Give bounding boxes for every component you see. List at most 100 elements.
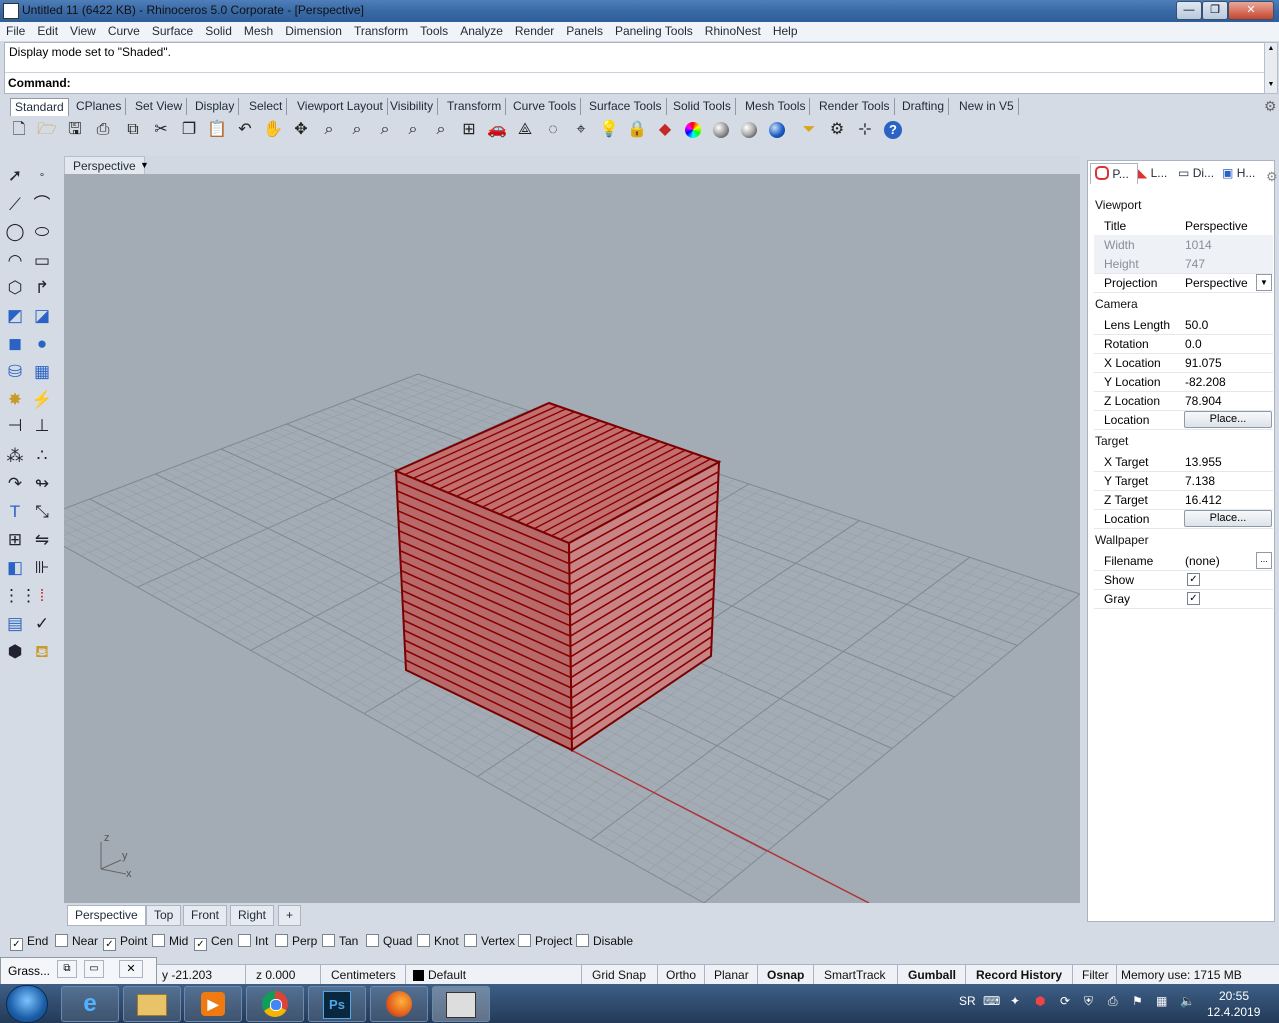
- osnap-perp-checkbox[interactable]: [275, 934, 288, 947]
- firefox-icon[interactable]: [370, 986, 428, 1022]
- osnap-int-checkbox[interactable]: [238, 934, 251, 947]
- red-cube[interactable]: [393, 401, 722, 752]
- chamfer-icon[interactable]: ↬: [30, 472, 54, 496]
- polyline-icon[interactable]: ⟋: [3, 193, 27, 217]
- panel-settings-gear-icon[interactable]: ⚙: [1266, 169, 1278, 185]
- tab-viewport-layout[interactable]: Viewport Layout: [293, 98, 388, 115]
- add-viewport-tab-button[interactable]: +: [278, 905, 302, 926]
- osnap-disable-checkbox[interactable]: [576, 934, 589, 947]
- tab-drafting[interactable]: Drafting: [898, 98, 950, 115]
- help-icon[interactable]: ?: [882, 119, 904, 141]
- light-icon[interactable]: 💡: [598, 119, 620, 141]
- projection-chevron-down-icon[interactable]: ▼: [1256, 274, 1272, 291]
- print-icon[interactable]: ⎙: [92, 119, 114, 141]
- osnap-tan-checkbox[interactable]: [322, 934, 335, 947]
- measure-icon[interactable]: ⊪: [30, 556, 54, 580]
- status-layer[interactable]: Default: [428, 968, 466, 982]
- mirror-icon[interactable]: ⇋: [30, 528, 54, 552]
- tab-display[interactable]: Display: [191, 98, 240, 115]
- tab-display[interactable]: ▭ Di...: [1174, 163, 1220, 183]
- check-icon[interactable]: ✓: [30, 612, 54, 636]
- scroll-up-icon[interactable]: ▲: [1265, 43, 1277, 55]
- photoshop-icon[interactable]: Ps: [308, 986, 366, 1022]
- tab-properties[interactable]: P...: [1090, 163, 1138, 184]
- ortho-toggle[interactable]: Ortho: [666, 968, 696, 982]
- osnap-vertex[interactable]: Vertex: [464, 934, 515, 948]
- tab-front[interactable]: Front: [183, 905, 228, 926]
- menu-curve[interactable]: Curve: [102, 22, 146, 38]
- filter-icon[interactable]: ⏷: [798, 119, 820, 141]
- properties-icon[interactable]: ⬢: [3, 640, 27, 664]
- osnap-disable[interactable]: Disable: [576, 934, 633, 948]
- lock-icon[interactable]: 🔒: [626, 119, 648, 141]
- open-icon[interactable]: 🗁: [36, 119, 58, 141]
- viewport-title[interactable]: Perspective: [64, 156, 145, 176]
- select-arrow-icon[interactable]: ➚: [3, 164, 27, 188]
- prop-y-target[interactable]: Y Target 7.138: [1094, 471, 1273, 491]
- osnap-mid-checkbox[interactable]: [152, 934, 165, 947]
- filter-toggle[interactable]: Filter: [1082, 968, 1109, 982]
- viewport-layout-icon[interactable]: ⊞: [458, 119, 480, 141]
- close-button[interactable]: ✕: [1228, 1, 1274, 20]
- language-indicator[interactable]: SR: [959, 994, 976, 1008]
- gear-icon[interactable]: ⚙: [826, 119, 848, 141]
- tab-right[interactable]: Right: [230, 905, 275, 926]
- material-icon[interactable]: ◆: [654, 119, 676, 141]
- menu-solid[interactable]: Solid: [199, 22, 238, 38]
- gumball-icon[interactable]: ⊹: [854, 119, 876, 141]
- mesh-icon[interactable]: ▦: [30, 360, 54, 384]
- tab-surface-tools[interactable]: Surface Tools: [585, 98, 667, 115]
- tab-cplanes[interactable]: CPlanes: [72, 98, 127, 115]
- show-checkbox[interactable]: ✓: [1187, 573, 1200, 586]
- analyze-icon[interactable]: ⚡: [30, 388, 54, 412]
- osnap-point[interactable]: ✓ Point: [103, 934, 147, 951]
- prop-x-target[interactable]: X Target 13.955: [1094, 452, 1273, 472]
- grid-array-icon[interactable]: ⋮⋮: [3, 584, 37, 608]
- menu-file[interactable]: File: [0, 22, 31, 38]
- prop-x-location[interactable]: X Location 91.075: [1094, 353, 1273, 373]
- cut-icon[interactable]: ✂: [150, 119, 172, 141]
- osnap-cen[interactable]: ✓ Cen: [194, 934, 233, 951]
- osnap-mid[interactable]: Mid: [152, 934, 188, 948]
- media-player-icon[interactable]: ▶: [184, 986, 242, 1022]
- target-place-button[interactable]: Place...: [1184, 510, 1272, 527]
- clock-date[interactable]: 12.4.2019: [1207, 1005, 1260, 1019]
- osnap-knot-checkbox[interactable]: [417, 934, 430, 947]
- restore-icon[interactable]: ⧉: [57, 960, 77, 978]
- paint-bucket-icon[interactable]: ⛾: [30, 640, 54, 664]
- explorer-icon[interactable]: [123, 986, 181, 1022]
- close-icon[interactable]: ✕: [119, 960, 143, 978]
- blue-sphere-icon[interactable]: [766, 119, 788, 141]
- paste-icon[interactable]: 📋: [206, 119, 228, 141]
- car-icon[interactable]: 🚗: [486, 119, 508, 141]
- rotate-view-icon[interactable]: ✥: [290, 119, 312, 141]
- osnap-toggle[interactable]: Osnap: [767, 968, 804, 982]
- prop-z-target[interactable]: Z Target 16.412: [1094, 490, 1273, 510]
- menu-surface[interactable]: Surface: [146, 22, 199, 38]
- osnap-int[interactable]: Int: [238, 934, 268, 948]
- osnap-tan[interactable]: Tan: [322, 934, 358, 948]
- prop-gray[interactable]: Gray ✓: [1094, 589, 1273, 609]
- command-scrollbar[interactable]: ▲ ▼: [1264, 42, 1278, 94]
- menu-analyze[interactable]: Analyze: [454, 22, 509, 38]
- menu-help[interactable]: Help: [767, 22, 804, 38]
- tab-set-view[interactable]: Set View: [131, 98, 188, 115]
- split-icon[interactable]: ⊣: [3, 414, 27, 438]
- viewport-canvas[interactable]: z y x: [64, 174, 1080, 903]
- copy-icon[interactable]: ❐: [178, 119, 200, 141]
- tab-solid-tools[interactable]: Solid Tools: [669, 98, 736, 115]
- bluetooth-icon[interactable]: ✦: [1010, 994, 1020, 1008]
- layout-icon[interactable]: ▤: [3, 612, 27, 636]
- tab-help[interactable]: ▣ H...: [1218, 163, 1262, 183]
- menu-rhinonest[interactable]: RhinoNest: [699, 22, 767, 38]
- zoom-extents-icon[interactable]: ⌕: [374, 119, 396, 141]
- color-wheel-icon[interactable]: [682, 119, 704, 141]
- fillet-icon[interactable]: ↷: [3, 472, 27, 496]
- tab-standard[interactable]: Standard: [10, 98, 69, 116]
- tab-perspective[interactable]: Perspective: [67, 905, 146, 926]
- osnap-quad-checkbox[interactable]: [366, 934, 379, 947]
- osnap-icon[interactable]: ⌖: [570, 119, 592, 141]
- cylinder-icon[interactable]: ⛁: [3, 360, 27, 384]
- ie-icon[interactable]: e: [61, 986, 119, 1022]
- tab-new-in-v5[interactable]: New in V5: [955, 98, 1019, 115]
